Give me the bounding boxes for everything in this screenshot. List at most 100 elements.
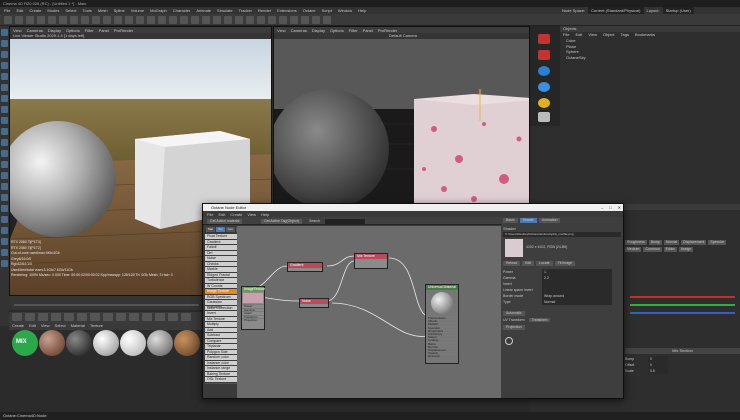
- viewport-menu-item[interactable]: Filter: [349, 28, 358, 33]
- viewport-menu-item[interactable]: ProRender: [114, 28, 133, 33]
- material-menu-item[interactable]: View: [41, 323, 50, 328]
- animation-button[interactable]: [51, 313, 61, 321]
- toolbar-button[interactable]: [312, 16, 320, 24]
- material-menu-item[interactable]: Select: [55, 323, 66, 328]
- tool-button[interactable]: [1, 249, 8, 256]
- animation-button[interactable]: [77, 313, 87, 321]
- texture-button[interactable]: Locate: [536, 261, 553, 266]
- animation-button[interactable]: [25, 313, 35, 321]
- get-active-tag-button[interactable]: Get Active Tag(Object): [261, 218, 302, 224]
- node-editor-menu-item[interactable]: View: [247, 212, 256, 217]
- animation-button[interactable]: [181, 313, 191, 321]
- gear-icon[interactable]: [505, 337, 513, 345]
- texture-button[interactable]: Reload: [503, 261, 521, 266]
- toolbar-button[interactable]: [37, 16, 45, 24]
- menu-item[interactable]: Window: [338, 8, 352, 13]
- node-list-item[interactable]: OSL Texture: [205, 377, 237, 383]
- material-swatch[interactable]: MIX: [12, 330, 38, 356]
- tool-button[interactable]: [1, 227, 8, 234]
- animation-button[interactable]: [129, 313, 139, 321]
- toolbar-button[interactable]: [92, 16, 100, 24]
- menu-item[interactable]: Edit: [16, 8, 23, 13]
- menu-item[interactable]: Script: [322, 8, 332, 13]
- animation-button[interactable]: [116, 313, 126, 321]
- stop-icon[interactable]: [538, 50, 550, 60]
- toolbar-button[interactable]: [279, 16, 287, 24]
- material-swatch[interactable]: [93, 330, 119, 356]
- menu-item[interactable]: MoGraph: [150, 8, 167, 13]
- green-slider[interactable]: [630, 304, 735, 306]
- toolbar-button[interactable]: [147, 16, 155, 24]
- animation-button[interactable]: [168, 313, 178, 321]
- viewport-menu-item[interactable]: Panel: [99, 28, 109, 33]
- viewport-menu-item[interactable]: ProRender: [378, 28, 397, 33]
- material-menu-item[interactable]: Texture: [90, 323, 103, 328]
- object-item[interactable]: Sphere: [566, 49, 579, 54]
- toolbar-button[interactable]: [59, 16, 67, 24]
- material-swatch[interactable]: [174, 330, 200, 356]
- menu-item[interactable]: Simulate: [217, 8, 233, 13]
- toolbar-button[interactable]: [235, 16, 243, 24]
- tool-button[interactable]: [1, 29, 8, 36]
- menu-item[interactable]: Tools: [83, 8, 92, 13]
- viewport-menu-item[interactable]: Options: [330, 28, 344, 33]
- animation-button[interactable]: [142, 313, 152, 321]
- material-menu-item[interactable]: Material: [71, 323, 85, 328]
- attribute-tab[interactable]: Normal: [663, 240, 680, 245]
- animation-button[interactable]: [155, 313, 165, 321]
- material-menu-item[interactable]: Edit: [29, 323, 36, 328]
- node-port[interactable]: Projection: [242, 318, 264, 322]
- viewport-menu-item[interactable]: Cameras: [27, 28, 43, 33]
- toolbar-button[interactable]: [246, 16, 254, 24]
- tool-button[interactable]: [1, 106, 8, 113]
- attribute-tab[interactable]: Common: [643, 247, 662, 252]
- attribute-tab[interactable]: Assign: [678, 247, 694, 252]
- menu-item[interactable]: Help: [358, 8, 366, 13]
- sphere-icon[interactable]: [538, 82, 550, 92]
- mix-texture-node[interactable]: Mix Texture: [354, 253, 388, 269]
- mix-field-value[interactable]: 0.5: [648, 368, 668, 374]
- node-editor-menu-item[interactable]: Create: [230, 212, 242, 217]
- viewport-menu-item[interactable]: View: [13, 28, 22, 33]
- menu-item[interactable]: Mesh: [98, 8, 108, 13]
- viewport-menu-item[interactable]: Display: [48, 28, 61, 33]
- toolbar-button[interactable]: [125, 16, 133, 24]
- tool-button[interactable]: [1, 73, 8, 80]
- viewport-menu-item[interactable]: Cameras: [291, 28, 307, 33]
- node-tab[interactable]: Mat: [206, 227, 215, 232]
- property-tab[interactable]: Animation: [538, 218, 561, 223]
- tool-button[interactable]: [1, 117, 8, 124]
- viewport-menu-item[interactable]: Display: [312, 28, 325, 33]
- attribute-tab[interactable]: Medium: [625, 247, 642, 252]
- menu-item[interactable]: Create: [29, 8, 41, 13]
- node-editor-menu-item[interactable]: Edit: [218, 212, 225, 217]
- menu-item[interactable]: Modes: [47, 8, 59, 13]
- material-swatch[interactable]: [120, 330, 146, 356]
- tool-button[interactable]: [1, 84, 8, 91]
- object-item[interactable]: Plane: [566, 44, 576, 49]
- texture-file-path[interactable]: C:\Users\Desktop\Octane\textures\pink_ma…: [503, 232, 621, 237]
- attribute-tab[interactable]: Displacement: [681, 240, 707, 245]
- menu-item[interactable]: Octane: [303, 8, 316, 13]
- texture-button[interactable]: Fit image: [554, 261, 576, 266]
- tool-button[interactable]: [1, 216, 8, 223]
- menu-item[interactable]: Character: [173, 8, 191, 13]
- material-menu-item[interactable]: Create: [12, 323, 24, 328]
- tool-button[interactable]: [1, 194, 8, 201]
- attribute-tab[interactable]: Roughness: [625, 240, 647, 245]
- object-item[interactable]: OctaneSky: [566, 55, 586, 60]
- tool-button[interactable]: [1, 95, 8, 102]
- toolbar-button[interactable]: [48, 16, 56, 24]
- node-tab[interactable]: Gen: [226, 227, 235, 232]
- gradient-node[interactable]: Gradient: [287, 262, 323, 272]
- toolbar-button[interactable]: [213, 16, 221, 24]
- toolbar-button[interactable]: [323, 16, 331, 24]
- menu-item[interactable]: File: [4, 8, 10, 13]
- node-space-selector[interactable]: Node Space: Current (Standard/Physical) …: [562, 7, 694, 14]
- tool-button[interactable]: [1, 205, 8, 212]
- get-active-material-button[interactable]: Get Active material: [207, 218, 243, 224]
- layout-value[interactable]: Startup (User): [662, 7, 694, 14]
- toolbar-button[interactable]: [202, 16, 210, 24]
- toolbar-button[interactable]: [26, 16, 34, 24]
- toolbar-button[interactable]: [169, 16, 177, 24]
